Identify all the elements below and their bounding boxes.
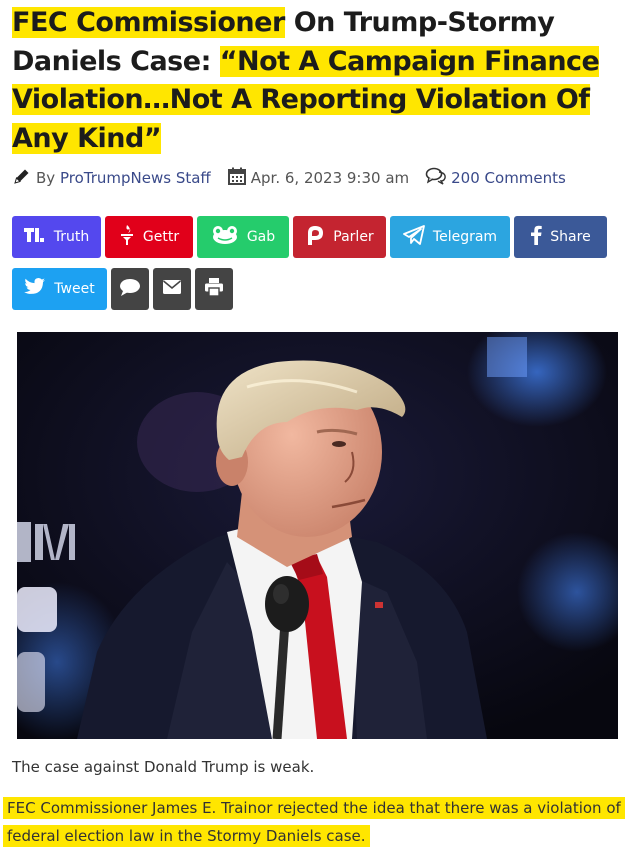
share-gettr-button[interactable]: Gettr bbox=[105, 216, 193, 258]
article-photo bbox=[17, 332, 618, 739]
gettr-icon bbox=[119, 224, 143, 250]
lead-paragraph-text: FEC Commissioner James E. Trainor reject… bbox=[3, 797, 625, 847]
publish-date: Apr. 6, 2023 9:30 am bbox=[250, 169, 410, 187]
truth-social-icon bbox=[23, 226, 54, 248]
share-truth-button[interactable]: Truth bbox=[12, 216, 101, 258]
facebook-icon bbox=[530, 225, 550, 249]
byline-prefix: By bbox=[36, 169, 56, 187]
share-facebook-label: Share bbox=[550, 229, 591, 245]
pencil-icon bbox=[12, 166, 32, 190]
telegram-icon bbox=[403, 225, 433, 249]
share-parler-button[interactable]: Parler bbox=[293, 216, 386, 258]
comments-link[interactable]: 200 Comments bbox=[451, 169, 566, 187]
share-gab-button[interactable]: Gab bbox=[197, 216, 289, 258]
parler-icon bbox=[305, 224, 333, 250]
article-title: FEC Commissioner On Trump-Stormy Daniels… bbox=[12, 4, 624, 158]
calendar-icon bbox=[227, 166, 247, 190]
share-telegram-button[interactable]: Telegram bbox=[390, 216, 510, 258]
share-email-button[interactable] bbox=[153, 268, 191, 310]
share-gettr-label: Gettr bbox=[142, 229, 180, 245]
share-twitter-label: Tweet bbox=[54, 281, 95, 297]
share-facebook-button[interactable]: Share bbox=[514, 216, 607, 258]
title-highlight-1: FEC Commissioner bbox=[12, 7, 285, 38]
comment-icon bbox=[119, 277, 141, 301]
photo-caption: The case against Donald Trump is weak. bbox=[12, 758, 315, 776]
article-meta: By ProTrumpNews Staff Apr. 6, 2023 9:30 … bbox=[12, 166, 624, 190]
share-print-button[interactable] bbox=[195, 268, 233, 310]
comment-bubbles-icon bbox=[425, 166, 447, 190]
share-telegram-label: Telegram bbox=[432, 229, 498, 245]
share-gab-label: Gab bbox=[246, 229, 276, 245]
print-icon bbox=[204, 277, 224, 301]
lead-paragraph: FEC Commissioner James E. Trainor reject… bbox=[3, 794, 625, 850]
twitter-icon bbox=[24, 278, 54, 300]
share-parler-label: Parler bbox=[333, 229, 374, 245]
author-link[interactable]: ProTrumpNews Staff bbox=[60, 169, 211, 187]
gab-frog-icon bbox=[211, 225, 247, 249]
share-twitter-button[interactable]: Tweet bbox=[12, 268, 107, 310]
share-comment-button[interactable] bbox=[111, 268, 149, 310]
share-truth-label: Truth bbox=[53, 229, 90, 245]
email-icon bbox=[162, 280, 182, 298]
